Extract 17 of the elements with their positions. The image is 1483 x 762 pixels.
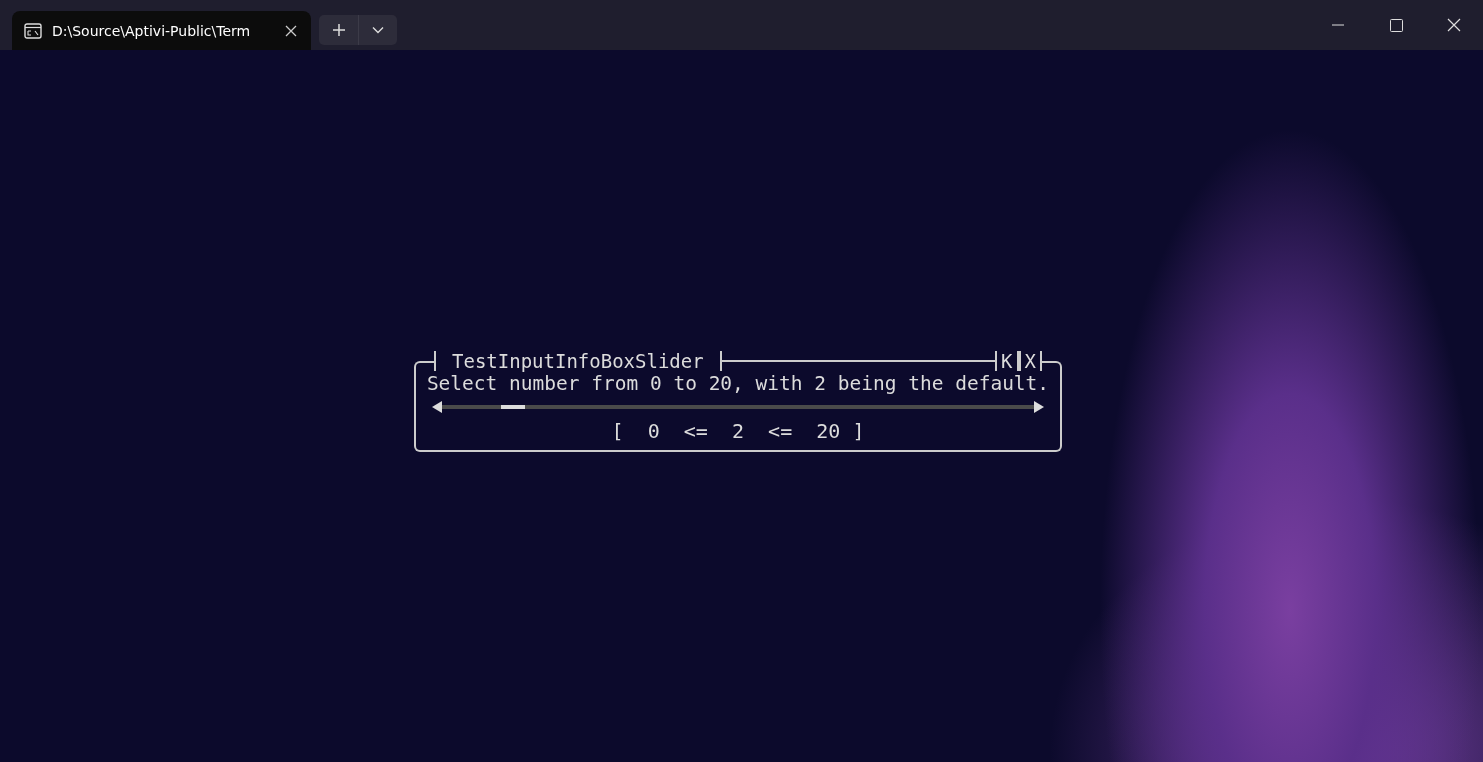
dialog-title: TestInputInfoBoxSlider (451, 350, 705, 372)
right-arrow-icon (1034, 401, 1044, 413)
close-icon (1447, 18, 1461, 32)
chevron-down-icon (372, 26, 384, 34)
dialog-button[interactable]: X (1020, 350, 1040, 372)
slider-track[interactable] (442, 405, 1034, 409)
dialog-message: Select number from 0 to 20, with 2 being the default. (426, 372, 1050, 396)
plus-icon (331, 23, 346, 37)
value-reading: [ 0 <= 2 <= 20 ] (611, 418, 865, 444)
minimize-icon (1332, 24, 1344, 26)
terminal-icon (24, 22, 42, 39)
terminal-tab[interactable]: D:\Source\Aptivi-Public\Term (12, 11, 311, 50)
left-arrow-icon (432, 401, 442, 413)
slider-thumb[interactable] (501, 405, 526, 409)
close-icon[interactable] (285, 24, 297, 37)
dialog-button[interactable]: K (997, 350, 1017, 372)
maximize-icon (1389, 18, 1403, 32)
